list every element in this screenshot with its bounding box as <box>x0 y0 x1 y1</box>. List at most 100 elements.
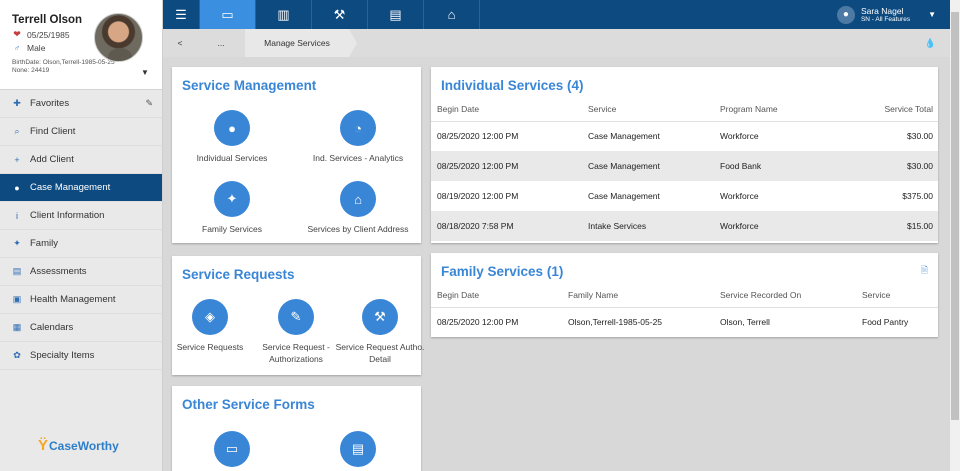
chevron-down-icon[interactable]: ▼ <box>141 68 149 77</box>
service-requests-card: Service Requests ◈ Service Requests ✎ Se… <box>172 256 424 375</box>
table-row[interactable]: 08/25/2020 12:00 PM Olson,Terrell-1985-0… <box>431 307 938 337</box>
service-management-card: Service Management ● Individual Services… <box>172 67 421 243</box>
pin-icon: ✚ <box>13 98 21 108</box>
column-header[interactable]: Begin Date <box>431 283 562 308</box>
breadcrumb: < ... Manage Services 💧 <box>163 29 950 57</box>
individual-services-card: Individual Services (4) Begin Date Servi… <box>431 67 938 243</box>
top-navbar: ☰ ▭ ▥ ⚒ ▤ ⌂ ● Sara Nagel SN - All Featur… <box>163 0 950 29</box>
droplet-icon[interactable]: 💧 <box>925 38 936 49</box>
client-avatar <box>94 13 143 62</box>
table-row[interactable]: 08/19/2020 12:00 PM Case Management Work… <box>431 181 938 211</box>
other-service-forms-card: Other Service Forms ▭ ▤ <box>172 386 421 471</box>
chevron-down-icon: ▼ <box>928 10 936 19</box>
sidebar-item-add-client[interactable]: + Add Client <box>0 146 162 174</box>
service-request-autho-detail-tile[interactable]: ⚒ Service Request Autho. Detail <box>324 299 436 365</box>
assessments-icon: ▤ <box>12 266 22 276</box>
info-icon: i <box>16 210 18 221</box>
sidebar-nav: ✚ Favorites ✎ ⌕ Find Client + Add Client… <box>0 90 162 370</box>
sidebar-item-find-client[interactable]: ⌕ Find Client <box>0 118 162 146</box>
individual-services-table: Begin Date Service Program Name Service … <box>431 97 938 241</box>
bar-chart-icon: ▤ <box>389 6 402 22</box>
sidebar-item-specialty-items[interactable]: ✿ Specialty Items <box>0 342 162 370</box>
client-birthdate: BirthDate: Olson,Terrell-1985-05-25 <box>12 59 115 66</box>
archive-tile[interactable]: ▤ <box>302 431 414 467</box>
reports-tab[interactable]: ▤ <box>368 0 424 29</box>
briefcase-icon: ▭ <box>221 6 234 22</box>
family-services-tile[interactable]: ✦ Family Services <box>176 181 288 235</box>
sidebar-item-client-information[interactable]: i Client Information <box>0 202 162 230</box>
dashboard-icon: ◔ <box>340 110 376 146</box>
individual-services-tile[interactable]: ● Individual Services <box>176 110 288 164</box>
column-header[interactable]: Program Name <box>714 97 848 122</box>
dropbox-icon: ◈ <box>192 299 228 335</box>
column-header[interactable]: Family Name <box>562 283 714 308</box>
breadcrumb-back[interactable]: < <box>163 29 197 57</box>
family-services-card: Family Services (1) 🗎 Begin Date Family … <box>431 253 938 337</box>
card-title: Family Services (1) <box>441 264 564 279</box>
sidebar: Terrell Olson ❤ 05/25/1985 ♂ Male BirthD… <box>0 0 163 471</box>
hamburger-icon: ☰ <box>175 6 187 22</box>
client-header: Terrell Olson ❤ 05/25/1985 ♂ Male BirthD… <box>0 0 162 90</box>
tools-tab[interactable]: ⚒ <box>312 0 368 29</box>
inbox-icon: ▭ <box>214 431 250 467</box>
client-gender: Male <box>27 43 46 53</box>
search-icon: ⌕ <box>14 126 20 136</box>
table-row[interactable]: 08/25/2020 12:00 PM Case Management Food… <box>431 151 938 181</box>
table-header-row: Begin Date Family Name Service Recorded … <box>431 283 938 308</box>
user-avatar-icon: ● <box>836 5 855 24</box>
sidebar-item-assessments[interactable]: ▤ Assessments <box>0 258 162 286</box>
card-title: Individual Services (4) <box>441 78 584 93</box>
male-icon: ♂ <box>13 43 21 53</box>
column-header[interactable]: Service <box>856 283 938 308</box>
inbox-tile[interactable]: ▭ <box>176 431 288 467</box>
plus-icon: + <box>14 154 20 165</box>
sidebar-item-case-management[interactable]: ● Case Management <box>0 174 162 202</box>
home-icon: ⌂ <box>340 181 376 217</box>
sidebar-item-health-management[interactable]: ▣ Health Management <box>0 286 162 314</box>
wrench-icon: ⚒ <box>333 6 346 22</box>
user-role: SN - All Features <box>860 15 911 23</box>
user-menu[interactable]: ● Sara Nagel SN - All Features ▼ <box>836 0 950 29</box>
specialty-icon: ✿ <box>13 350 21 360</box>
table-row[interactable]: 08/25/2020 12:00 PM Case Management Work… <box>431 121 938 151</box>
sidebar-item-calendars[interactable]: ▦ Calendars <box>0 314 162 342</box>
heart-icon: ❤ <box>13 29 21 39</box>
family-services-table: Begin Date Family Name Service Recorded … <box>431 283 938 337</box>
card-title: Service Management <box>182 78 317 93</box>
column-header[interactable]: Begin Date <box>431 97 582 122</box>
client-id: None: 24419 <box>12 67 50 74</box>
logo-mark-icon: Ÿ <box>38 437 49 454</box>
person-icon: ● <box>14 182 20 193</box>
column-header[interactable]: Service <box>582 97 714 122</box>
caseworthy-logo: Ÿ CaseWorthy <box>38 437 119 454</box>
services-by-client-address-tile[interactable]: ⌂ Services by Client Address <box>302 181 414 235</box>
ind-services-analytics-tile[interactable]: ◔ Ind. Services - Analytics <box>302 110 414 164</box>
archive-icon: ▤ <box>340 431 376 467</box>
home-tab[interactable]: ⌂ <box>424 0 480 29</box>
table-header-row: Begin Date Service Program Name Service … <box>431 97 938 122</box>
family-icon: ✦ <box>13 238 21 248</box>
card-title: Other Service Forms <box>182 397 315 412</box>
table-row[interactable]: 08/18/2020 7:58 PM Intake Services Workf… <box>431 211 938 241</box>
home-icon: ⌂ <box>447 7 456 22</box>
sidebar-item-favorites[interactable]: ✚ Favorites ✎ <box>0 90 162 118</box>
menu-button[interactable]: ☰ <box>163 0 200 29</box>
building-icon: ▥ <box>277 6 290 22</box>
case-management-tab[interactable]: ▭ <box>200 0 256 29</box>
family-icon: ✦ <box>214 181 250 217</box>
organization-tab[interactable]: ▥ <box>256 0 312 29</box>
breadcrumb-current: Manage Services <box>245 29 357 57</box>
edit-icon[interactable]: ✎ <box>145 98 153 109</box>
calendar-icon: ▦ <box>12 322 22 332</box>
wrench-icon: ⚒ <box>362 299 398 335</box>
user-name: Sara Nagel <box>860 5 904 16</box>
scrollbar-thumb[interactable] <box>951 12 959 420</box>
breadcrumb-ellipsis[interactable]: ... <box>197 29 245 57</box>
client-dob: 05/25/1985 <box>27 29 70 40</box>
column-header[interactable]: Service Recorded On <box>714 283 856 308</box>
document-icon[interactable]: 🗎 <box>921 263 928 279</box>
health-icon: ▣ <box>12 294 22 304</box>
edit-icon: ✎ <box>278 299 314 335</box>
column-header[interactable]: Service Total <box>848 97 938 122</box>
sidebar-item-family[interactable]: ✦ Family <box>0 230 162 258</box>
